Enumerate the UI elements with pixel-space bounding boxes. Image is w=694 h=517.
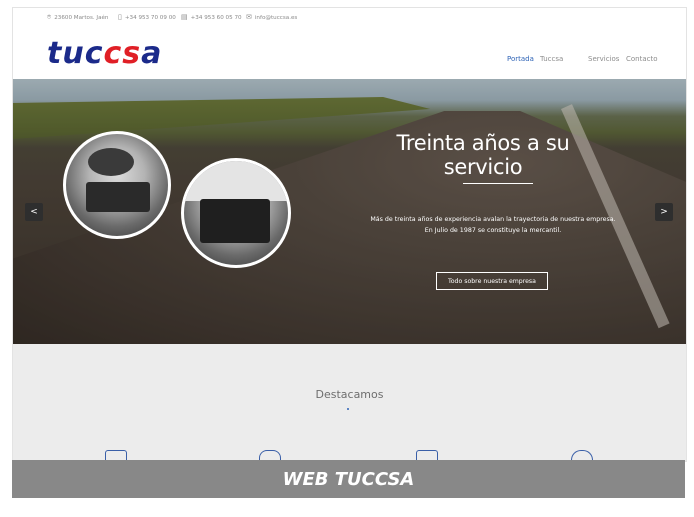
email-text: info@tuccsa.es — [254, 14, 298, 21]
phone-text: +34 953 70 09 00 — [124, 14, 176, 21]
fax-item: ▤ +34 953 60 05 70 — [181, 14, 242, 21]
tuccsa-logo[interactable]: tuccsa — [47, 36, 162, 71]
featured-title: Destacamos — [315, 388, 384, 401]
main-navbar: tuccsa Portada Tuccsa Servicios Contacto — [13, 28, 686, 78]
fax-text: +34 953 60 05 70 — [190, 14, 242, 21]
hero-title: Treinta años a su servicio — [396, 131, 570, 179]
menu-item-portada[interactable]: Portada — [507, 55, 534, 63]
hero-text-line1: Más de treinta años de experiencia avala… — [370, 216, 616, 223]
address-text: 23600 Martos. Jaén — [54, 14, 109, 21]
hero-slider: Treinta años a su servicio Más de treint… — [13, 79, 686, 344]
photo-machine — [86, 182, 150, 212]
photo-tree — [88, 148, 134, 176]
photo-paver — [200, 199, 270, 243]
slider-next-button[interactable]: > — [655, 203, 673, 221]
menu-item-tuccsa[interactable]: Tuccsa — [540, 55, 563, 63]
website-screenshot: ⌾ 23600 Martos. Jaén ▯ +34 953 70 09 00 … — [12, 7, 687, 462]
hero-text: Más de treinta años de experiencia avala… — [343, 214, 643, 236]
about-company-button[interactable]: Todo sobre nuestra empresa — [436, 272, 548, 290]
location-pin-icon: ⌾ — [47, 13, 52, 21]
historic-photo-1 — [63, 131, 171, 239]
mail-icon: ✉ — [246, 13, 252, 21]
fax-icon: ▤ — [181, 13, 188, 21]
featured-section: Destacamos — [13, 344, 686, 461]
menu-item-servicios[interactable]: Servicios — [588, 55, 619, 63]
address-item: ⌾ 23600 Martos. Jaén — [47, 14, 108, 21]
phone-icon: ▯ — [118, 13, 122, 21]
email-item[interactable]: ✉ info@tuccsa.es — [246, 14, 297, 21]
hero-text-line2: En Julio de 1987 se constituye la mercan… — [424, 227, 562, 234]
hero-divider — [463, 183, 533, 184]
caption-banner: WEB TUCCSA — [12, 460, 685, 498]
featured-dot — [347, 408, 349, 410]
contact-topbar: ⌾ 23600 Martos. Jaén ▯ +34 953 70 09 00 … — [13, 8, 686, 28]
image-frame: ⌾ 23600 Martos. Jaén ▯ +34 953 70 09 00 … — [0, 0, 694, 517]
phone-item[interactable]: ▯ +34 953 70 09 00 — [118, 14, 176, 21]
slider-prev-button[interactable]: < — [25, 203, 43, 221]
photo-sky — [184, 161, 288, 201]
historic-photo-2 — [181, 158, 291, 268]
menu-item-contacto[interactable]: Contacto — [626, 55, 658, 63]
